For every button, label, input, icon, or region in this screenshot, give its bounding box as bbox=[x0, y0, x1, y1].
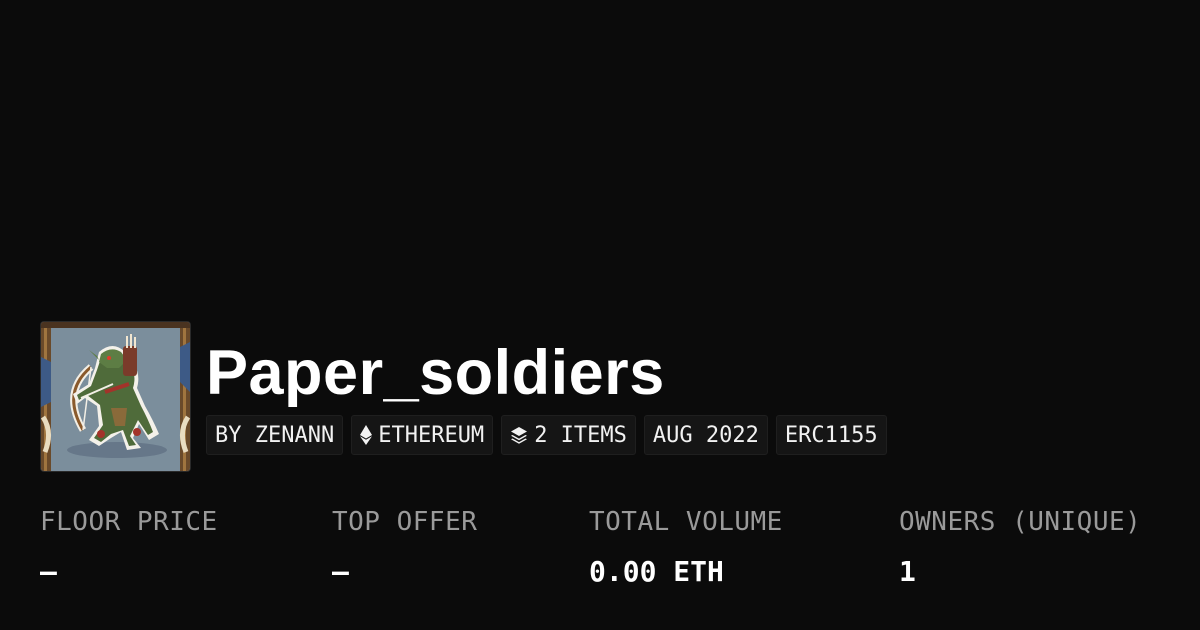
top-offer-value: — bbox=[332, 555, 349, 588]
collection-tags: BY ZENANN ETHEREUM 2 ITEMS AUG 2022 ERC1… bbox=[206, 415, 887, 455]
collection-avatar bbox=[40, 321, 191, 472]
floor-price-stat: FLOOR PRICE — bbox=[40, 505, 218, 589]
collection-share-card: Paper_soldiers BY ZENANN ETHEREUM 2 ITEM… bbox=[0, 0, 1200, 630]
top-offer-label: TOP OFFER bbox=[332, 507, 478, 537]
items-tag: 2 ITEMS bbox=[501, 415, 636, 455]
goblin-archer-image bbox=[41, 322, 190, 471]
owners-stat: OWNERS (UNIQUE) 1 bbox=[899, 505, 1141, 589]
floor-price-value: — bbox=[40, 555, 57, 588]
chain-tag: ETHEREUM bbox=[351, 415, 494, 455]
total-volume-value: 0.00 ETH bbox=[589, 555, 724, 588]
collection-title: Paper_soldiers bbox=[206, 338, 665, 408]
standard-tag: ERC1155 bbox=[775, 415, 887, 455]
floor-price-label: FLOOR PRICE bbox=[40, 507, 218, 537]
creator-tag[interactable]: BY ZENANN bbox=[206, 415, 344, 455]
standard-tag-label: ERC1155 bbox=[784, 422, 878, 448]
owners-value: 1 bbox=[899, 555, 916, 588]
total-volume-stat: TOTAL VOLUME 0.00 ETH bbox=[589, 505, 783, 589]
top-offer-stat: TOP OFFER — bbox=[332, 505, 477, 589]
date-tag-label: AUG 2022 bbox=[652, 422, 759, 448]
owners-label: OWNERS (UNIQUE) bbox=[899, 507, 1142, 537]
date-tag: AUG 2022 bbox=[643, 415, 768, 455]
creator-tag-label: BY ZENANN bbox=[215, 422, 335, 448]
total-volume-label: TOTAL VOLUME bbox=[589, 507, 783, 537]
layers-icon bbox=[510, 426, 528, 444]
chain-tag-label: ETHEREUM bbox=[378, 422, 485, 448]
ethereum-icon bbox=[360, 425, 373, 445]
items-tag-label: 2 ITEMS bbox=[534, 422, 627, 448]
